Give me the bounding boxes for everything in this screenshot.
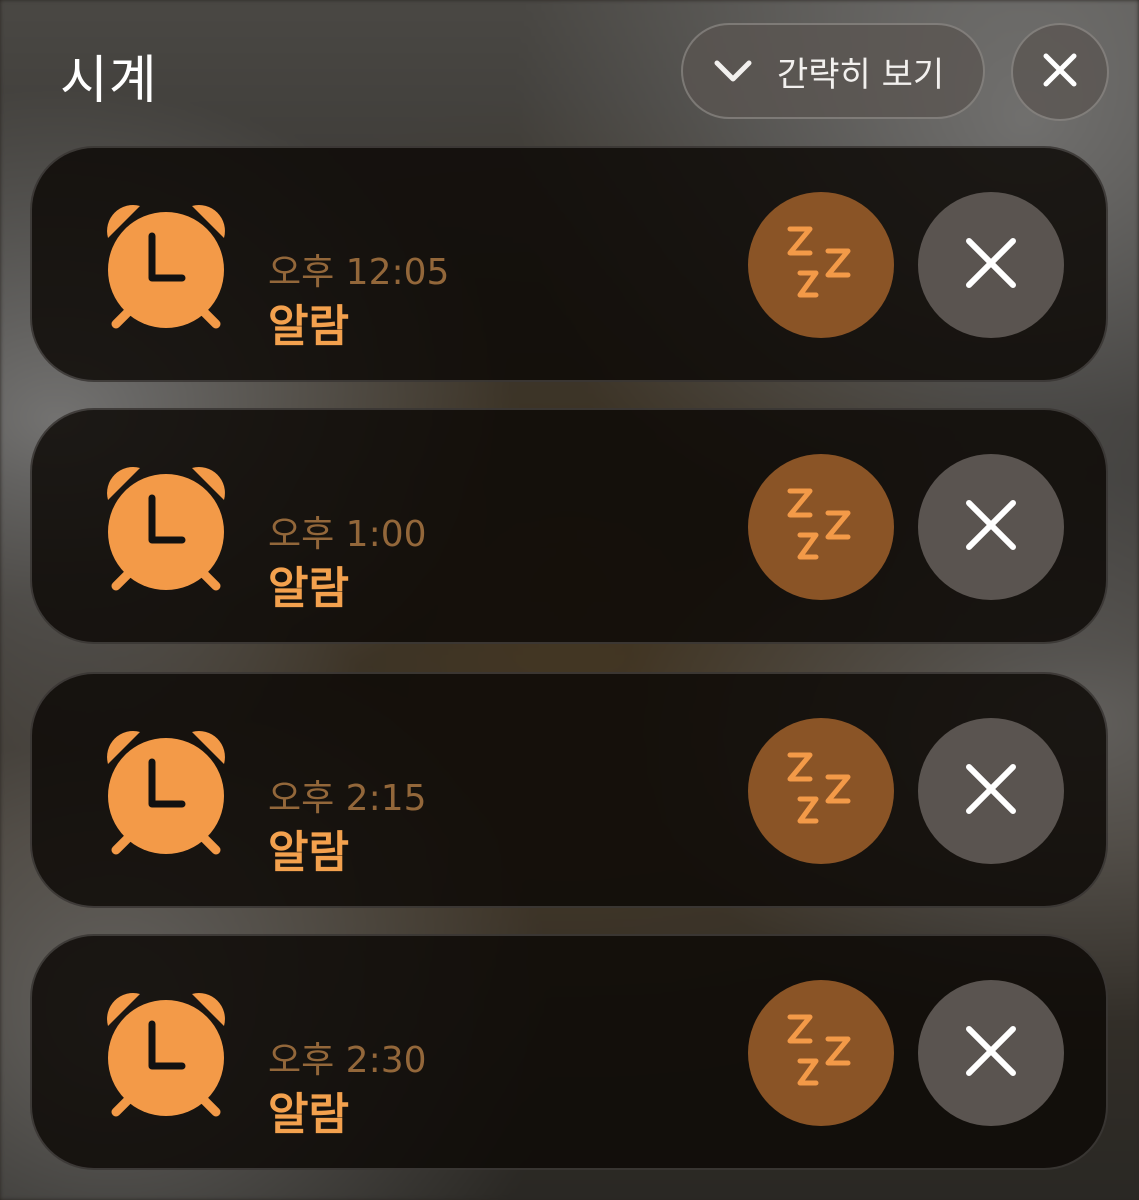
- chevron-down-icon: [711, 49, 755, 93]
- snooze-zzz-icon: [786, 223, 856, 307]
- close-icon: [963, 761, 1019, 821]
- app-title: 시계: [60, 51, 158, 111]
- show-less-label: 간략히 보기: [777, 54, 945, 95]
- alarm-label: 알람: [268, 563, 349, 614]
- alarm-clock-icon: [100, 724, 232, 858]
- dismiss-button[interactable]: [918, 980, 1064, 1126]
- dismiss-button[interactable]: [918, 454, 1064, 600]
- dismiss-button[interactable]: [918, 192, 1064, 338]
- alarm-clock-icon: [100, 198, 232, 332]
- alarm-notification[interactable]: 오후 1:00 알람: [30, 408, 1108, 644]
- alarm-notification[interactable]: 오후 2:15 알람: [30, 672, 1108, 908]
- dismiss-button[interactable]: [918, 718, 1064, 864]
- alarm-time: 오후 2:15: [268, 778, 427, 819]
- alarm-label: 알람: [268, 301, 349, 352]
- snooze-button[interactable]: [748, 454, 894, 600]
- alarm-time: 오후 1:00: [268, 514, 427, 555]
- alarm-clock-icon: [100, 986, 232, 1120]
- alarm-clock-icon: [100, 460, 232, 594]
- show-less-button[interactable]: 간략히 보기: [681, 23, 985, 119]
- close-icon: [1042, 52, 1078, 92]
- snooze-zzz-icon: [786, 749, 856, 833]
- alarm-notification[interactable]: 오후 2:30 알람: [30, 934, 1108, 1170]
- snooze-button[interactable]: [748, 980, 894, 1126]
- alarm-time: 오후 12:05: [268, 252, 450, 293]
- snooze-zzz-icon: [786, 485, 856, 569]
- snooze-zzz-icon: [786, 1011, 856, 1095]
- snooze-button[interactable]: [748, 192, 894, 338]
- close-all-button[interactable]: [1011, 23, 1109, 121]
- alarm-label: 알람: [268, 827, 349, 878]
- alarm-notification[interactable]: 오후 12:05 알람: [30, 146, 1108, 382]
- snooze-button[interactable]: [748, 718, 894, 864]
- close-icon: [963, 235, 1019, 295]
- close-icon: [963, 497, 1019, 557]
- alarm-time: 오후 2:30: [268, 1040, 427, 1081]
- close-icon: [963, 1023, 1019, 1083]
- alarm-label: 알람: [268, 1089, 349, 1140]
